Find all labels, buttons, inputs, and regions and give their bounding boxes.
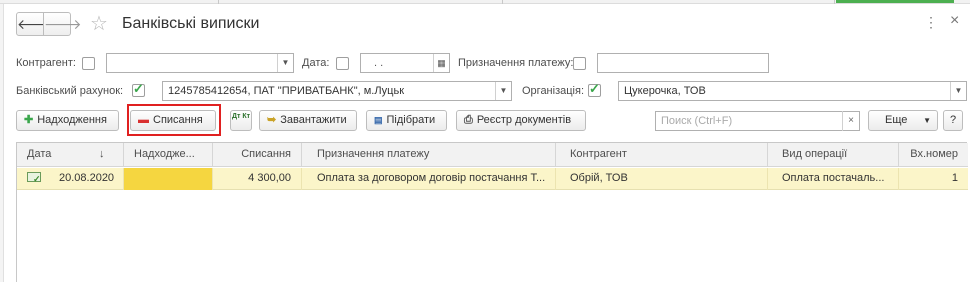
highlight-frame: [127, 104, 221, 136]
more-vertical-icon[interactable]: ⋮: [924, 14, 939, 31]
counterparty-input[interactable]: ▼: [106, 53, 294, 73]
cell-purpose: Оплата за договором договір постачання Т…: [302, 168, 556, 190]
select-label: Підібрати: [386, 114, 436, 126]
chevron-down-icon[interactable]: ▼: [495, 82, 511, 100]
close-icon[interactable]: ×: [950, 12, 959, 30]
tab-separator: [218, 0, 219, 4]
forward-arrow-icon[interactable]: 🡒: [43, 12, 82, 36]
load-arrow-icon: ➥: [267, 114, 277, 126]
add-receipt-label: Надходження: [37, 114, 107, 126]
select-list-icon: ▤: [374, 115, 383, 125]
cell-writeoff: 4 300,00: [213, 168, 302, 190]
column-header-purpose[interactable]: Призначення платежу: [302, 143, 556, 167]
clear-search-icon[interactable]: ×: [842, 111, 859, 131]
dt-kt-icon: Дт Кт: [231, 113, 251, 120]
more-actions-label: Еще: [885, 114, 908, 126]
sort-arrow-icon: ↓: [99, 148, 105, 160]
top-tab-strip: [0, 0, 970, 4]
active-tab-indicator: [836, 0, 954, 3]
help-button[interactable]: ?: [943, 110, 963, 131]
column-header-in-number[interactable]: Вх.номер: [899, 143, 968, 167]
chevron-down-icon[interactable]: ▼: [950, 82, 966, 100]
column-header-date[interactable]: Дата ↓: [17, 143, 124, 167]
table-row[interactable]: 20.08.2020 4 300,00 Оплата за договором …: [17, 168, 968, 190]
more-actions-button[interactable]: Еще ▼: [868, 110, 938, 131]
title-bar: 🡐 🡒 ☆ Банківські виписки ⋮ ×: [10, 12, 960, 38]
statements-table: Дата ↓ Надходже... Списання Призначення …: [16, 142, 968, 282]
tab-separator: [834, 0, 835, 4]
left-panel-edge: [0, 4, 4, 282]
date-input[interactable]: . . ▦: [360, 53, 450, 73]
organization-value: Цукерочка, ТОВ: [624, 85, 706, 97]
cell-counterparty: Обрій, ТОВ: [556, 168, 768, 190]
payment-purpose-input[interactable]: [597, 53, 769, 73]
select-button[interactable]: ▤ Підібрати: [366, 110, 447, 131]
cell-date-value: 20.08.2020: [59, 172, 115, 184]
add-receipt-button[interactable]: ✚ Надходження: [16, 110, 119, 131]
column-header-writeoff[interactable]: Списання: [213, 143, 302, 167]
table-header: Дата ↓ Надходже... Списання Призначення …: [17, 143, 968, 167]
back-arrow-icon[interactable]: 🡐: [16, 12, 55, 36]
cell-operation: Оплата постачаль...: [768, 168, 899, 190]
bank-account-checkbox[interactable]: [132, 81, 145, 97]
help-icon: ?: [949, 114, 957, 126]
tab-separator: [502, 0, 503, 4]
column-header-counterparty[interactable]: Контрагент: [556, 143, 768, 167]
payment-purpose-checkbox[interactable]: [573, 57, 586, 70]
cell-date: 20.08.2020: [17, 168, 124, 190]
counterparty-checkbox[interactable]: [82, 57, 95, 70]
counterparty-label: Контрагент:: [16, 57, 76, 69]
calendar-icon[interactable]: ▦: [433, 54, 449, 72]
page-title: Банківські виписки: [122, 15, 260, 32]
cell-in-number: 1: [951, 172, 958, 184]
date-checkbox[interactable]: [336, 57, 349, 70]
plus-icon: ✚: [24, 114, 34, 126]
chevron-down-icon: ▼: [923, 116, 931, 125]
bank-account-label: Банківський рахунок:: [16, 85, 124, 97]
organization-label: Організація:: [522, 85, 584, 97]
printer-icon: ⎙: [464, 114, 473, 126]
column-header-date-label: Дата: [27, 148, 52, 160]
document-registry-button[interactable]: ⎙ Реєстр документів: [456, 110, 586, 131]
document-registry-label: Реєстр документів: [476, 114, 572, 126]
payment-purpose-label: Призначення платежу:: [458, 57, 574, 69]
posted-document-icon: [27, 169, 41, 190]
load-button[interactable]: ➥ Завантажити: [259, 110, 357, 131]
cell-receipt[interactable]: [124, 168, 213, 190]
dt-kt-button[interactable]: Дт Кт: [230, 110, 252, 131]
chevron-down-icon[interactable]: ▼: [277, 54, 293, 72]
bank-account-value: 1245785412654, ПАТ "ПРИВАТБАНК", м.Луцьк: [168, 85, 405, 97]
favorite-star-icon[interactable]: ☆: [90, 12, 108, 36]
search-input[interactable]: Поиск (Ctrl+F) ×: [655, 111, 860, 131]
bank-account-input[interactable]: 1245785412654, ПАТ "ПРИВАТБАНК", м.Луцьк…: [162, 81, 512, 101]
search-placeholder: Поиск (Ctrl+F): [661, 115, 733, 127]
date-label: Дата:: [302, 57, 330, 69]
load-label: Завантажити: [280, 114, 347, 126]
organization-input[interactable]: Цукерочка, ТОВ ▼: [618, 81, 967, 101]
column-header-receipt[interactable]: Надходже...: [124, 143, 213, 167]
organization-checkbox[interactable]: [588, 81, 601, 97]
column-header-operation[interactable]: Вид операції: [768, 143, 899, 167]
date-value: . .: [374, 57, 384, 69]
